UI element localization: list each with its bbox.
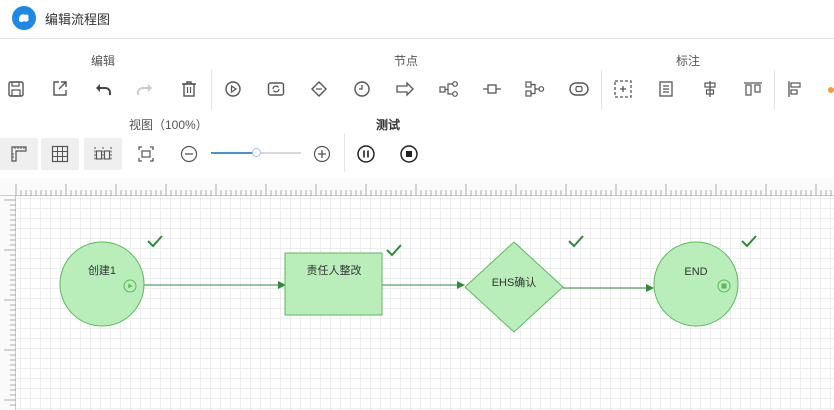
- node-decision-label: EHS确认: [492, 276, 537, 289]
- node-decision[interactable]: EHS确认: [464, 241, 564, 333]
- check-icon: [386, 244, 402, 257]
- node-end-label: END: [684, 266, 707, 278]
- node-end[interactable]: END: [653, 241, 739, 327]
- node-task-label: 责任人整改: [307, 263, 362, 277]
- flow-diagram: 创建1 责任人整改 EHS确认 END: [59, 235, 757, 333]
- check-icon: [741, 235, 757, 248]
- node-start[interactable]: 创建1: [59, 241, 145, 327]
- check-icon: [147, 235, 163, 248]
- node-task[interactable]: 责任人整改: [284, 252, 383, 316]
- node-start-label: 创建1: [88, 263, 116, 277]
- check-icon: [568, 235, 584, 248]
